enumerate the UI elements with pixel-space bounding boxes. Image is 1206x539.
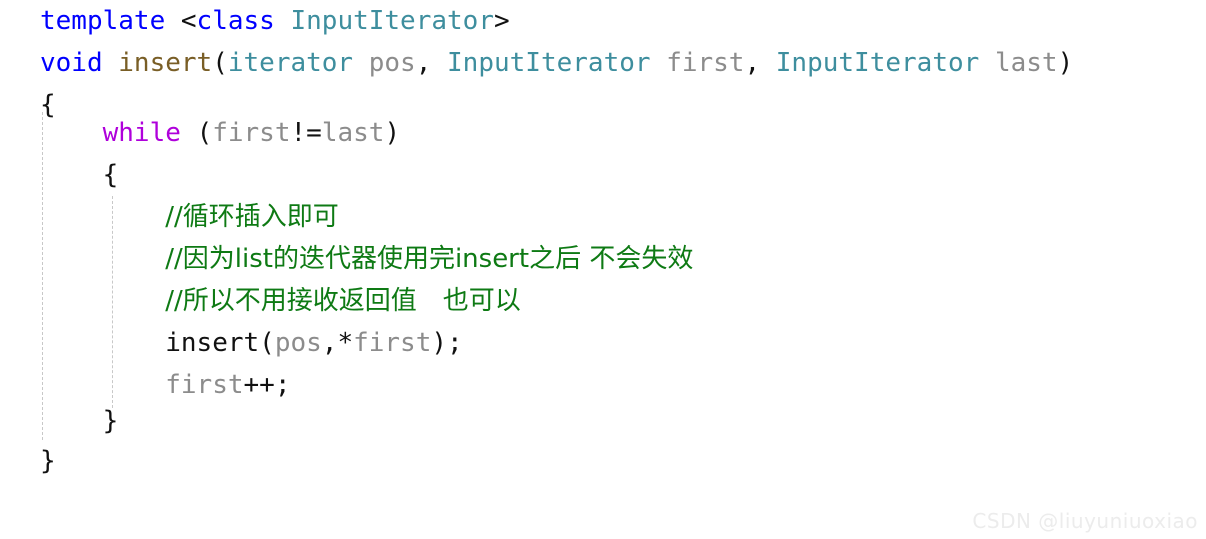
token-semicolon: ;: [447, 328, 463, 358]
token-paren-close: ): [431, 328, 448, 358]
token-param-pos: pos: [368, 48, 416, 78]
token-brace-open-while: {: [102, 160, 119, 190]
token-type-iterator: iterator: [227, 48, 354, 78]
token-param-last: last: [994, 48, 1058, 78]
token-keyword-template: template: [40, 6, 166, 36]
csdn-watermark: CSDN @liuyuniuoxiao: [972, 509, 1198, 533]
code-line-6: //循环插入即可: [0, 196, 1206, 238]
token-operator-not-equal: !=: [290, 118, 322, 148]
token-type-inputiterator: InputIterator: [290, 6, 494, 36]
token-paren-close: ): [384, 118, 401, 148]
token-paren-open: (: [196, 118, 213, 148]
token-type-inputiterator-1: InputIterator: [447, 48, 651, 78]
token-paren-open: (: [212, 48, 228, 78]
code-line-9: insert(pos,*first);: [0, 322, 1206, 364]
token-keyword-void: void: [40, 48, 103, 78]
code-line-7: //因为list的迭代器使用完insert之后 不会失效: [0, 238, 1206, 280]
code-line-4: while (first!=last): [0, 112, 1206, 154]
code-line-2: void insert(iterator pos, InputIterator …: [0, 42, 1206, 84]
token-space-3: [651, 48, 667, 78]
token-space-1: [103, 48, 119, 78]
token-comment-iterator-valid: //因为list的迭代器使用完insert之后 不会失效: [165, 244, 694, 274]
token-var-last: last: [321, 118, 385, 148]
token-call-insert: insert: [165, 328, 260, 358]
token-comma-1: ,: [415, 48, 448, 78]
token-comma-2: ,: [744, 48, 776, 78]
token-operator-increment: ++: [243, 370, 275, 400]
token-semicolon: ;: [274, 370, 291, 400]
token-close-angle: >: [493, 6, 510, 36]
token-var-first: first: [212, 118, 291, 148]
code-line-12: }: [0, 440, 1206, 482]
token-brace-close-function: }: [40, 446, 56, 476]
token-operator-dereference: *: [337, 328, 354, 358]
token-space-4: [979, 48, 995, 78]
token-space-2: [353, 48, 369, 78]
token-paren-open: (: [259, 328, 275, 358]
code-line-8: //所以不用接收返回值 也可以: [0, 280, 1206, 322]
token-arg-first: first: [353, 328, 432, 358]
code-snippet-surface: template <class InputIterator> void inse…: [0, 0, 1206, 539]
token-paren-close: ): [1057, 48, 1074, 78]
token-keyword-class: class: [196, 6, 275, 36]
token-arg-pos: pos: [274, 328, 322, 358]
token-function-insert: insert: [118, 48, 213, 78]
token-brace-close-while: }: [102, 406, 119, 436]
token-param-first: first: [666, 48, 745, 78]
code-line-1: template <class InputIterator>: [0, 0, 1206, 42]
token-type-inputiterator-2: InputIterator: [775, 48, 980, 78]
token-comment-no-return-needed: //所以不用接收返回值 也可以: [165, 286, 521, 316]
token-comment-loop-insert: //循环插入即可: [165, 202, 339, 232]
token-open-angle: <: [165, 6, 197, 36]
token-comma: ,: [321, 328, 338, 358]
code-line-11: }: [0, 400, 1206, 442]
token-keyword-while: while: [102, 118, 181, 148]
token-var-first: first: [165, 370, 244, 400]
code-line-5: {: [0, 154, 1206, 196]
